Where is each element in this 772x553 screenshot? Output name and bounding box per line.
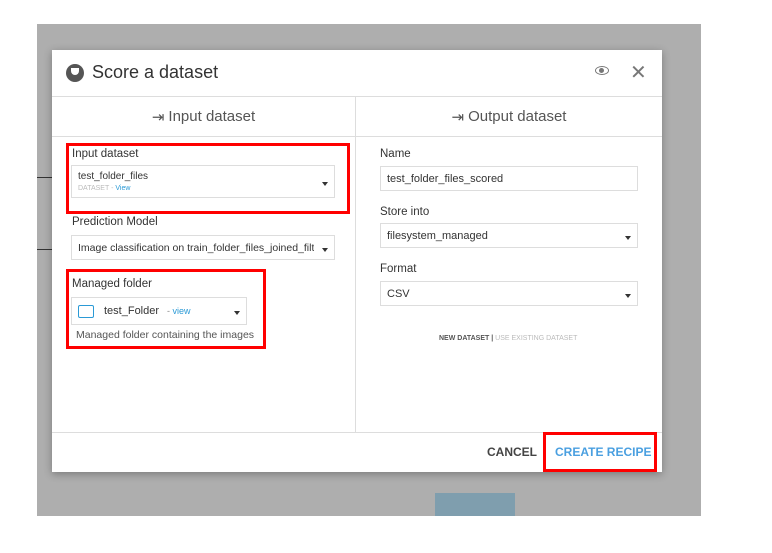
- flow-edge: [37, 249, 52, 250]
- output-name-input[interactable]: test_folder_files_scored: [380, 166, 638, 191]
- highlight-box: [66, 143, 350, 214]
- chevron-down-icon: [322, 247, 328, 252]
- format-label: Format: [380, 263, 417, 275]
- format-select[interactable]: CSV: [380, 281, 638, 306]
- format-value: CSV: [387, 287, 410, 300]
- close-icon[interactable]: ✕: [630, 60, 647, 85]
- flow-node: [435, 493, 515, 516]
- flow-edge: [37, 177, 52, 178]
- prediction-model-label: Prediction Model: [72, 216, 158, 228]
- column-divider: [355, 97, 356, 432]
- chevron-down-icon: [625, 235, 631, 240]
- store-into-label: Store into: [380, 206, 430, 218]
- dialog-title: Score a dataset: [66, 62, 218, 83]
- use-existing-option[interactable]: USE EXISTING DATASET: [495, 335, 577, 342]
- output-header-text: Output dataset: [468, 108, 567, 125]
- eye-icon[interactable]: [595, 66, 609, 75]
- chevron-down-icon: [625, 293, 631, 298]
- input-header-text: Input dataset: [168, 108, 256, 125]
- new-dataset-option[interactable]: NEW DATASET: [439, 335, 489, 342]
- cancel-button[interactable]: CANCEL: [487, 445, 537, 459]
- input-column-header: ⇥ Input dataset: [52, 97, 355, 137]
- store-into-value: filesystem_managed: [387, 229, 488, 242]
- name-label: Name: [380, 148, 411, 160]
- highlight-box: [66, 269, 266, 349]
- output-name-value: test_folder_files_scored: [387, 172, 504, 185]
- dialog-title-text: Score a dataset: [92, 62, 219, 82]
- prediction-model-value: Image classification on train_folder_fil…: [78, 241, 315, 254]
- highlight-box: [543, 432, 657, 472]
- output-column-header: ⇥ Output dataset: [356, 97, 662, 137]
- score-dataset-dialog: Score a dataset ✕ ⇥ Input dataset ⇥ Output…: [52, 50, 662, 472]
- prediction-model-select[interactable]: Image classification on train_folder_fil…: [71, 235, 335, 260]
- dataset-mode-toggle: NEW DATASET | USE EXISTING DATASET: [439, 335, 578, 342]
- trophy-icon: [66, 63, 84, 82]
- store-into-select[interactable]: filesystem_managed: [380, 223, 638, 248]
